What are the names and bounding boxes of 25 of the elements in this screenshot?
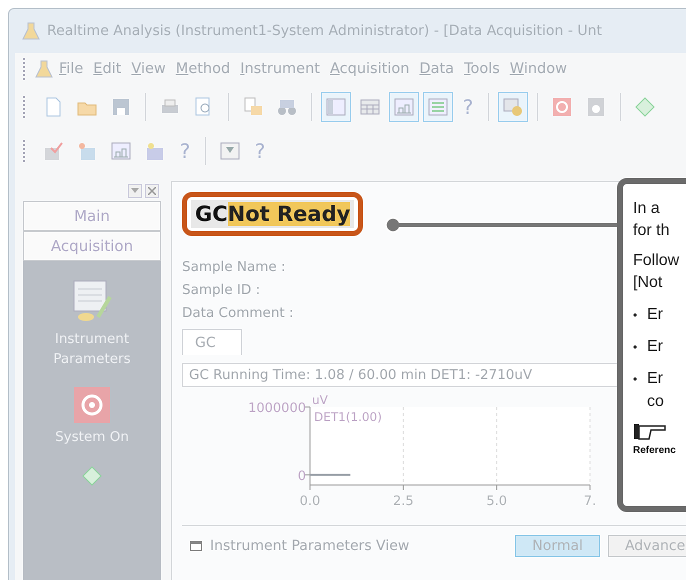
callout-text: for th [633, 221, 670, 241]
running-time-info: GC Running Time: 1.08 / 60.00 min DET1: -2710uV [182, 363, 620, 387]
instrument-label: GC [195, 202, 228, 226]
panel-title: Instrument Parameters View [210, 538, 410, 554]
y-axis-label: uV [312, 393, 328, 407]
field-label: Data Comment : [182, 304, 294, 323]
x-tick-label: 0.0 [300, 494, 320, 509]
callout-bullet-text: • Er [633, 370, 664, 390]
callout-bullet-text: • Er [633, 337, 664, 358]
field-label: Sample ID : [182, 281, 260, 300]
callout-text: Follow [633, 251, 680, 271]
callout-bullet-text: • Er [633, 305, 664, 326]
y-tick-label: 1000000 [248, 401, 306, 416]
y-tick-label: 0 [298, 468, 306, 484]
reference-label: Referenc [633, 444, 677, 456]
field-label: Sample Name : [182, 258, 286, 277]
window-title: Realtime Analysis (Instrument1-System Administrator) - [Data Acquisition - Unt [47, 23, 602, 39]
callout-text: [Not [633, 273, 664, 293]
legend-label: DET1(1.00) [314, 410, 382, 424]
x-tick-label: 2.5 [393, 494, 414, 509]
callout-text: In a [633, 199, 661, 219]
status-badge: Not Ready [228, 202, 350, 226]
x-tick-label: 7. [584, 494, 596, 509]
x-tick-label: 5.0 [486, 494, 507, 509]
callout-text: co [646, 392, 665, 412]
